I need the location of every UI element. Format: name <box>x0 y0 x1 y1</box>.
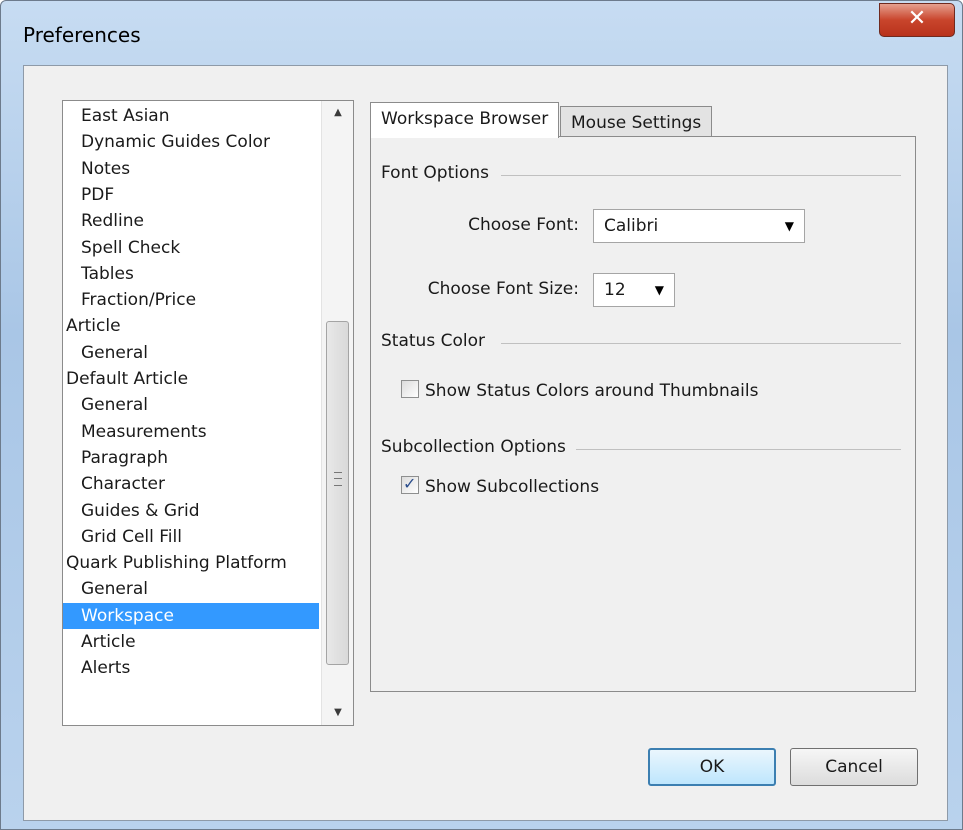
tree-item-label: PDF <box>81 184 115 205</box>
scroll-up-icon[interactable]: ▲ <box>322 101 353 125</box>
tree-item-label: Alerts <box>81 658 131 679</box>
tree-item[interactable]: General <box>63 340 148 366</box>
dialog-body: East Asian Dynamic Guides Color Notes PDF Re… <box>23 65 948 821</box>
show-status-colors-option[interactable]: Show Status Colors around Thumbnails <box>401 380 759 401</box>
tree-item[interactable]: Article <box>63 629 136 655</box>
status-color-heading: Status Color <box>381 331 495 351</box>
tree-item[interactable]: Article <box>63 313 121 339</box>
font-size-value: 12 <box>604 280 626 300</box>
show-subcollections-option[interactable]: Show Subcollections <box>401 474 600 497</box>
tree-scrollbar[interactable]: ▲ ▼ <box>321 101 353 725</box>
preferences-window: Preferences ✕ East Asian Dynamic Guides C… <box>0 0 963 830</box>
tree-item-label: Guides & Grid <box>81 500 200 521</box>
tree-item-label: Character <box>81 474 165 495</box>
tree-item-label: Notes <box>81 158 131 179</box>
tree-item[interactable]: Dynamic Guides Color <box>63 129 270 155</box>
tree-item[interactable]: General <box>63 392 148 418</box>
tree-item-label: Article <box>81 632 136 652</box>
show-status-colors-label: Show Status Colors around Thumbnails <box>425 381 759 401</box>
scroll-down-icon[interactable]: ▼ <box>322 701 353 725</box>
tree-item-label: Workspace <box>81 605 174 626</box>
font-select-value: Calibri <box>604 216 659 236</box>
show-status-colors-checkbox[interactable] <box>401 380 419 398</box>
font-select[interactable]: Calibri ▼ <box>593 209 805 243</box>
scroll-thumb[interactable] <box>326 321 349 665</box>
preferences-tree[interactable]: East Asian Dynamic Guides Color Notes PDF Re… <box>62 100 354 726</box>
group-divider <box>501 175 901 176</box>
tree-item[interactable]: Notes <box>63 156 130 182</box>
grip-icon <box>334 472 342 486</box>
tree-item-label: Measurements <box>81 421 207 442</box>
cancel-button[interactable]: Cancel <box>790 748 918 786</box>
choose-font-size-label: Choose Font Size: <box>427 279 579 299</box>
tab-workspace-browser[interactable]: Workspace Browser <box>370 102 560 138</box>
tree-item[interactable]: Tables <box>63 261 134 287</box>
tree-item-label: Default Article <box>66 369 189 389</box>
group-divider <box>571 449 901 450</box>
font-size-select[interactable]: 12 ▼ <box>593 273 675 307</box>
ok-button[interactable]: OK <box>648 748 776 786</box>
tree-item-label: Article <box>66 316 121 337</box>
tree-item[interactable]: Quark Publishing Platform <box>63 550 287 576</box>
tree-item-label: Redline <box>81 211 144 232</box>
tree-item-label: Fraction/Price <box>81 290 197 311</box>
tree-item[interactable]: General <box>63 576 148 602</box>
workspace-browser-panel: Font Options Choose Font: Calibri ▼ Choo… <box>370 136 916 692</box>
show-subcollections-checkbox[interactable] <box>401 474 419 494</box>
tree-item-selected[interactable]: Workspace <box>63 602 319 629</box>
chevron-down-icon: ▼ <box>654 283 664 297</box>
tree-item[interactable]: Alerts <box>63 655 130 681</box>
tree-item-label: General <box>81 342 148 363</box>
tree-item[interactable]: PDF <box>63 182 114 208</box>
tree-item-label: Grid Cell Fill <box>81 526 182 547</box>
tree-item-label: East Asian <box>81 106 170 126</box>
font-options-heading: Font Options <box>381 163 500 183</box>
tree-item-label: General <box>81 395 148 416</box>
chevron-down-icon: ▼ <box>784 219 794 233</box>
title-bar[interactable]: Preferences ✕ <box>1 1 962 63</box>
tree-item-label: Spell Check <box>81 237 181 258</box>
tree-item[interactable]: East Asian <box>63 103 170 129</box>
tree-item[interactable]: Grid Cell Fill <box>63 524 182 550</box>
close-button[interactable]: ✕ <box>879 3 955 37</box>
tree-item-label: Quark Publishing Platform <box>66 553 287 574</box>
tree-item[interactable]: Paragraph <box>63 445 168 471</box>
tree-item-label: Dynamic Guides Color <box>81 132 270 153</box>
window-title: Preferences <box>23 23 141 47</box>
show-subcollections-label: Show Subcollections <box>425 477 600 497</box>
tree-item[interactable]: Redline <box>63 208 144 234</box>
tab-mouse-settings[interactable]: Mouse Settings <box>560 106 713 138</box>
tree-item-label: General <box>81 579 148 600</box>
tree-item[interactable]: Spell Check <box>63 235 180 261</box>
tree-item-label: Tables <box>81 263 134 284</box>
subcollection-options-heading: Subcollection Options <box>381 437 576 457</box>
group-divider <box>501 343 901 344</box>
close-icon: ✕ <box>907 6 927 31</box>
tree-item-label: Paragraph <box>81 447 169 468</box>
tree-item[interactable]: Character <box>63 471 165 497</box>
tree-item[interactable]: Default Article <box>63 366 188 392</box>
tree-item[interactable]: Fraction/Price <box>63 287 196 313</box>
tree-item[interactable]: Guides & Grid <box>63 498 200 524</box>
tree-item[interactable]: Measurements <box>63 419 207 445</box>
choose-font-label: Choose Font: <box>468 215 579 235</box>
